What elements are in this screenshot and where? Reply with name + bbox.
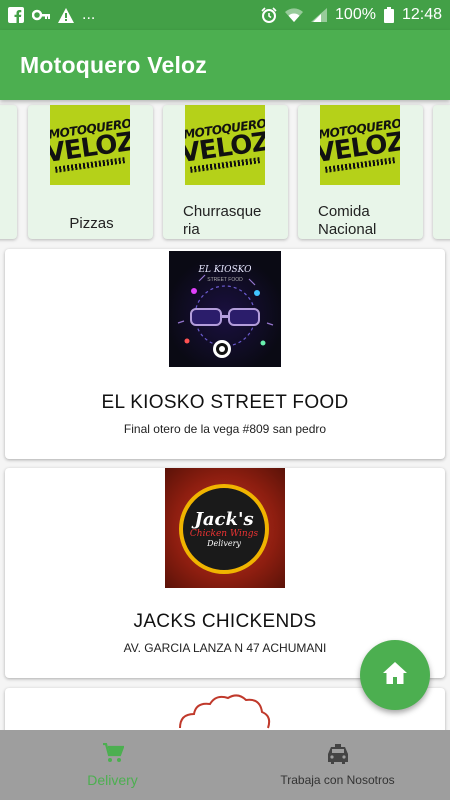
alarm-icon (261, 7, 277, 23)
status-ellipsis: ... (82, 6, 96, 23)
status-time: 12:48 (401, 6, 442, 23)
taxi-icon (327, 743, 349, 769)
category-card-comida-nacional[interactable]: MOTOQUERO VELOZ Comida Nacional (298, 105, 423, 239)
wifi-icon (285, 8, 304, 22)
category-card-pizzas[interactable]: MOTOQUERO VELOZ Pizzas (28, 105, 153, 239)
nav-label-delivery: Delivery (87, 771, 138, 788)
nav-item-trabaja-con-nosotros[interactable]: Trabaja con Nosotros (225, 730, 450, 800)
category-logo: MOTOQUERO VELOZ (320, 105, 400, 185)
image-subtitle-2: Delivery (207, 538, 241, 548)
signal-icon (311, 8, 328, 22)
category-label: Comida Nacional (318, 203, 377, 238)
category-logo: MOTOQUERO VELOZ (185, 105, 265, 185)
home-fab-button[interactable] (360, 640, 430, 710)
category-carousel[interactable]: MOTOQUERO VELOZ Pizzas MOTOQUERO VELOZ C… (0, 100, 450, 245)
battery-percent: 100% (335, 6, 376, 23)
status-bar: ... 100% 12:48 (0, 0, 450, 30)
image-title: Jack's (194, 508, 254, 530)
home-icon (382, 661, 408, 690)
key-icon (32, 9, 50, 21)
category-logo: MOTOQUERO VELOZ (50, 105, 130, 185)
app-title: Motoquero Veloz (20, 51, 207, 78)
restaurant-name: EL KIOSKO STREET FOOD (101, 392, 349, 413)
status-right: 100% 12:48 (261, 6, 442, 24)
nav-label-trabaja: Trabaja con Nosotros (280, 772, 395, 787)
category-card-churrasqueria[interactable]: MOTOQUERO VELOZ Churrasqueria (163, 105, 288, 239)
battery-icon (383, 7, 394, 23)
cart-icon (102, 742, 125, 768)
category-label: Churrasqueria (183, 203, 262, 238)
app-bar: Motoquero Veloz (0, 30, 450, 100)
nav-item-delivery[interactable]: Delivery (0, 730, 225, 800)
bottom-navigation: Delivery Trabaja con Nosotros (0, 730, 450, 800)
category-card-partial-right[interactable] (433, 105, 450, 239)
image-subtitle: Chicken Wings (189, 528, 259, 539)
warning-icon (58, 7, 74, 23)
status-left: ... (8, 6, 95, 24)
restaurant-name: JACKS CHICKENDS (133, 611, 317, 632)
screen: ... 100% 12:48 Motoquero Veloz MOTOQUERO… (0, 0, 450, 800)
jacks-logo-circle: Jack's Chicken Wings Delivery (179, 484, 269, 574)
facebook-icon (8, 7, 24, 23)
restaurant-image: Jack's Chicken Wings Delivery (165, 468, 285, 588)
food-doodle-graphic (177, 274, 274, 358)
restaurant-image: EL KIOSKO STREET FOOD (169, 251, 281, 367)
category-card-partial-left[interactable] (0, 105, 17, 239)
restaurant-card-el-kiosko[interactable]: EL KIOSKO STREET FOOD EL KIOSKO STREET F… (5, 249, 445, 459)
restaurant-address: Final otero de la vega #809 san pedro (123, 422, 327, 436)
category-label: Pizzas (69, 215, 114, 232)
